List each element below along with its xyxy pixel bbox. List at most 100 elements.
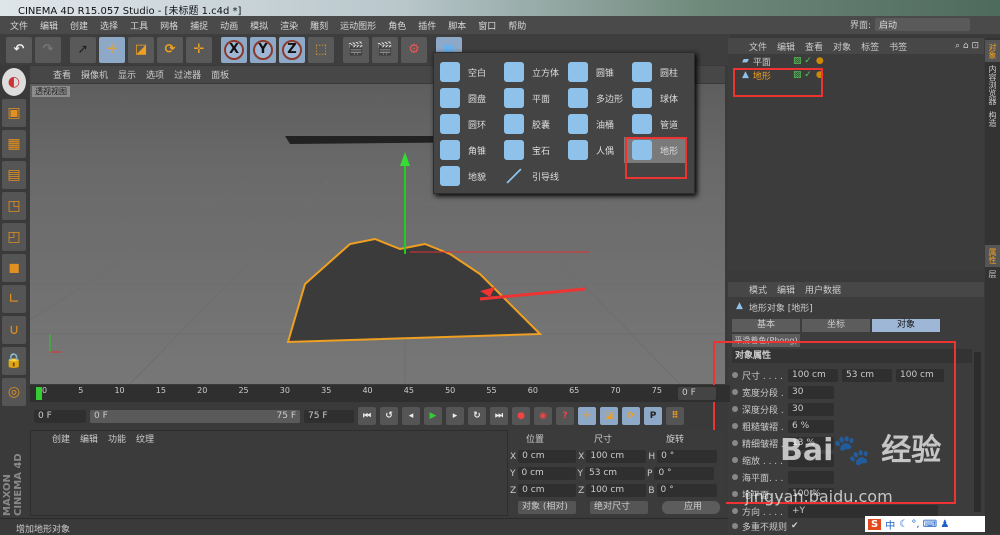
menu-mograph[interactable]: 运动图形 xyxy=(334,19,382,32)
mat-menu-texture[interactable]: 纹理 xyxy=(131,432,159,445)
menu-item-cylinder[interactable]: 圆柱 xyxy=(632,59,696,85)
menu-item-cube[interactable]: 立方体 xyxy=(504,59,568,85)
polygons-mode-icon[interactable]: ◼ xyxy=(2,254,26,282)
render-view-icon[interactable]: 🎬 xyxy=(343,36,369,63)
tab-coord[interactable]: 坐标 xyxy=(802,319,870,332)
key-scale-icon[interactable]: ◪ xyxy=(600,407,618,425)
autokey-icon[interactable]: ◉ xyxy=(534,407,552,425)
keyframe-selection-icon[interactable]: ? xyxy=(556,407,574,425)
menu-item-figure[interactable]: 人偶 xyxy=(568,137,632,163)
axis-mode-icon[interactable]: ∟ xyxy=(2,285,26,313)
rot-b-field[interactable]: 0 ° xyxy=(656,484,717,497)
menu-plugins[interactable]: 插件 xyxy=(412,19,442,32)
snap-icon[interactable]: ◎ xyxy=(2,378,26,406)
move-tool-icon[interactable]: ✛ xyxy=(99,36,125,63)
texture-mode-icon[interactable]: ▦ xyxy=(2,130,26,158)
apply-button[interactable]: 应用 xyxy=(662,501,720,514)
menu-item-relief[interactable]: 地貌 xyxy=(440,163,504,189)
menu-item-guide[interactable]: 引导线 xyxy=(504,163,568,189)
viewport-menu-camera[interactable]: 摄像机 xyxy=(76,68,113,81)
size-y-field[interactable]: 53 cm xyxy=(585,467,645,480)
viewport-menu-options[interactable]: 选项 xyxy=(141,68,169,81)
side-tab-content-browser[interactable]: 内容浏览器 xyxy=(985,62,1000,108)
menu-help[interactable]: 帮助 xyxy=(502,19,532,32)
attr-menu-mode[interactable]: 模式 xyxy=(744,283,772,296)
pos-y-field[interactable]: 0 cm xyxy=(517,467,576,480)
size-z-field[interactable]: 100 cm xyxy=(586,484,647,497)
key-rotation-icon[interactable]: ⟳ xyxy=(622,407,640,425)
menu-animate[interactable]: 动画 xyxy=(214,19,244,32)
key-parameter-icon[interactable]: P xyxy=(644,407,662,425)
attr-menu-edit[interactable]: 编辑 xyxy=(772,283,800,296)
attribute-scrollbar[interactable] xyxy=(974,352,981,512)
current-frame-field[interactable]: 0 F xyxy=(678,387,716,400)
frame-range-slider[interactable]: 0 F 75 F xyxy=(90,409,300,423)
go-to-end-icon[interactable]: ⏭ xyxy=(490,407,508,425)
side-tab-attributes[interactable]: 属性 xyxy=(985,245,1000,267)
menu-item-polygon[interactable]: 多边形 xyxy=(568,85,632,111)
om-menu-object[interactable]: 对象 xyxy=(828,40,856,53)
menu-item-pyramid[interactable]: 角锥 xyxy=(440,137,504,163)
menu-item-oil-tank[interactable]: 油桶 xyxy=(568,111,632,137)
mat-menu-edit[interactable]: 编辑 xyxy=(75,432,103,445)
viewport-menu-view[interactable]: 查看 xyxy=(48,68,76,81)
tab-object[interactable]: 对象 xyxy=(872,319,940,332)
menu-script[interactable]: 脚本 xyxy=(442,19,472,32)
make-editable-icon[interactable]: ◐ xyxy=(2,68,26,96)
side-tab-objects[interactable]: 对象 xyxy=(985,40,1000,62)
timeline-ruler[interactable]: 0 5 10 15 20 25 30 35 40 45 50 55 60 65 70 75 0 F xyxy=(30,385,730,402)
coordinate-system-icon[interactable]: ⬚ xyxy=(308,36,334,63)
coord-mode-select[interactable]: 对象 (相对) xyxy=(518,501,576,514)
edges-mode-icon[interactable]: ◰ xyxy=(2,223,26,251)
menu-item-plane[interactable]: 平面 xyxy=(504,85,568,111)
multifractal-checkbox[interactable]: ✔ xyxy=(791,521,799,531)
menu-create[interactable]: 创建 xyxy=(64,19,94,32)
pos-z-field[interactable]: 0 cm xyxy=(518,484,577,497)
menu-item-cone[interactable]: 圆锥 xyxy=(568,59,632,85)
om-menu-edit[interactable]: 编辑 xyxy=(772,40,800,53)
y-axis-icon[interactable]: Y xyxy=(250,36,276,63)
pos-x-field[interactable]: 0 cm xyxy=(518,450,577,463)
rot-h-field[interactable]: 0 ° xyxy=(657,450,718,463)
render-settings-icon[interactable]: ⚙ xyxy=(401,36,427,63)
mat-menu-function[interactable]: 功能 xyxy=(103,432,131,445)
tab-basic[interactable]: 基本 xyxy=(732,319,800,332)
magnet-icon[interactable]: ∪ xyxy=(2,316,26,344)
start-frame-field[interactable]: 0 F xyxy=(34,409,86,423)
om-menu-bookmarks[interactable]: 书签 xyxy=(884,40,912,53)
prev-frame-icon[interactable]: ◂ xyxy=(402,407,420,425)
workplane-icon[interactable]: ▤ xyxy=(2,161,26,189)
viewport-menu-filter[interactable]: 过滤器 xyxy=(169,68,206,81)
om-menu-tags[interactable]: 标签 xyxy=(856,40,884,53)
om-menu-view[interactable]: 查看 xyxy=(800,40,828,53)
ime-mode[interactable]: 中 xyxy=(885,517,895,532)
next-key-icon[interactable]: ↻ xyxy=(468,407,486,425)
menu-snap[interactable]: 捕捉 xyxy=(184,19,214,32)
z-axis-icon[interactable]: Z xyxy=(279,36,305,63)
om-menu-file[interactable]: 文件 xyxy=(744,40,772,53)
interface-select[interactable]: 启动 xyxy=(875,18,970,31)
menu-window[interactable]: 窗口 xyxy=(472,19,502,32)
menu-simulate[interactable]: 模拟 xyxy=(244,19,274,32)
attr-menu-userdata[interactable]: 用户数据 xyxy=(800,283,846,296)
recent-tool-icon[interactable]: ✛ xyxy=(186,36,212,63)
undo-icon[interactable]: ↶ xyxy=(6,36,32,63)
search-icon[interactable]: ⌕ ⌂ ⊡ xyxy=(950,41,984,51)
menu-item-sphere[interactable]: 球体 xyxy=(632,85,696,111)
next-frame-icon[interactable]: ▸ xyxy=(446,407,464,425)
mat-menu-create[interactable]: 创建 xyxy=(47,432,75,445)
render-picture-viewer-icon[interactable]: 🎬 xyxy=(372,36,398,63)
lock-icon[interactable]: 🔒 xyxy=(2,347,26,375)
key-pla-icon[interactable]: ⠿ xyxy=(666,407,684,425)
menu-render[interactable]: 渲染 xyxy=(274,19,304,32)
model-mode-icon[interactable]: ▣ xyxy=(2,99,26,127)
rotate-tool-icon[interactable]: ⟳ xyxy=(157,36,183,63)
menu-character[interactable]: 角色 xyxy=(382,19,412,32)
menu-item-tube[interactable]: 管道 xyxy=(632,111,696,137)
play-icon[interactable]: ▶ xyxy=(424,407,442,425)
object-row-plane[interactable]: ▰ 平面 ▨ ✓ ● xyxy=(728,54,984,68)
menu-select[interactable]: 选择 xyxy=(94,19,124,32)
menu-mesh[interactable]: 网格 xyxy=(154,19,184,32)
menu-item-capsule[interactable]: 胶囊 xyxy=(504,111,568,137)
x-axis-icon[interactable]: X xyxy=(221,36,247,63)
